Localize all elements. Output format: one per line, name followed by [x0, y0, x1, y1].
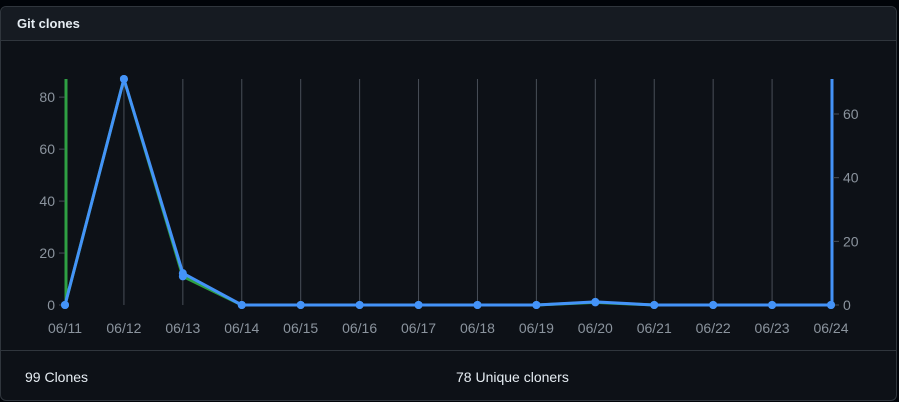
unique-cloners-point: [473, 301, 482, 309]
clones-count: 99 Clones: [25, 369, 89, 385]
x-tick-label: 06/21: [637, 320, 672, 336]
chart-svg: 06/11 06/12 06/13 06/14 06/15 06/16 06/17 06/18…: [39, 75, 859, 336]
unique-cloners-point: [532, 301, 541, 309]
unique-cloners-point: [237, 301, 246, 309]
y-left-tick-label: 80: [39, 89, 55, 105]
unique-cloners-point: [591, 297, 600, 306]
unique-cloners-point: [119, 75, 128, 83]
x-tick-label: 06/20: [578, 320, 613, 336]
y-left-tick-label: 0: [47, 297, 55, 313]
x-tick-label: 06/24: [813, 320, 848, 336]
x-tick-label: 06/18: [460, 320, 495, 336]
y-right-tick-label: 60: [843, 106, 859, 122]
x-tick-label: 06/15: [283, 320, 318, 336]
unique-cloners-point: [61, 301, 69, 309]
y-right-tick-label: 0: [843, 297, 851, 313]
git-clones-panel: Git clones 06/11 06/12 06/13 06/14 06/15 06/1…: [0, 6, 897, 401]
unique-cloners-count: 78 Unique cloners: [456, 369, 569, 385]
panel-title: Git clones: [1, 7, 896, 41]
stats-footer: 99 Clones 78 Unique cloners: [1, 350, 896, 400]
x-tick-label: 06/19: [519, 320, 554, 336]
unique-cloners-point: [296, 301, 305, 309]
unique-cloners-point: [650, 301, 659, 309]
x-tick-label: 06/14: [224, 320, 259, 336]
x-tick-label: 06/16: [342, 320, 377, 336]
x-tick-label: 06/23: [755, 320, 790, 336]
unique-cloners-point: [178, 269, 187, 278]
x-tick-label: 06/11: [48, 320, 82, 336]
unique-cloners-point: [709, 301, 718, 309]
unique-cloners-point: [827, 301, 835, 309]
y-left-tick-label: 20: [39, 245, 55, 261]
y-left-tick-label: 40: [39, 193, 55, 209]
y-right-tick-label: 40: [843, 170, 859, 186]
clones-chart: 06/11 06/12 06/13 06/14 06/15 06/16 06/17 06/18…: [1, 41, 896, 351]
unique-cloners-point: [355, 301, 364, 309]
y-left-tick-label: 60: [39, 141, 55, 157]
x-tick-label: 06/17: [401, 320, 436, 336]
x-tick-label: 06/13: [165, 320, 200, 336]
x-tick-label: 06/22: [696, 320, 731, 336]
unique-cloners-point: [768, 301, 777, 309]
unique-cloners-point: [414, 301, 423, 309]
x-tick-label: 06/12: [106, 320, 141, 336]
y-right-tick-label: 20: [843, 233, 859, 249]
